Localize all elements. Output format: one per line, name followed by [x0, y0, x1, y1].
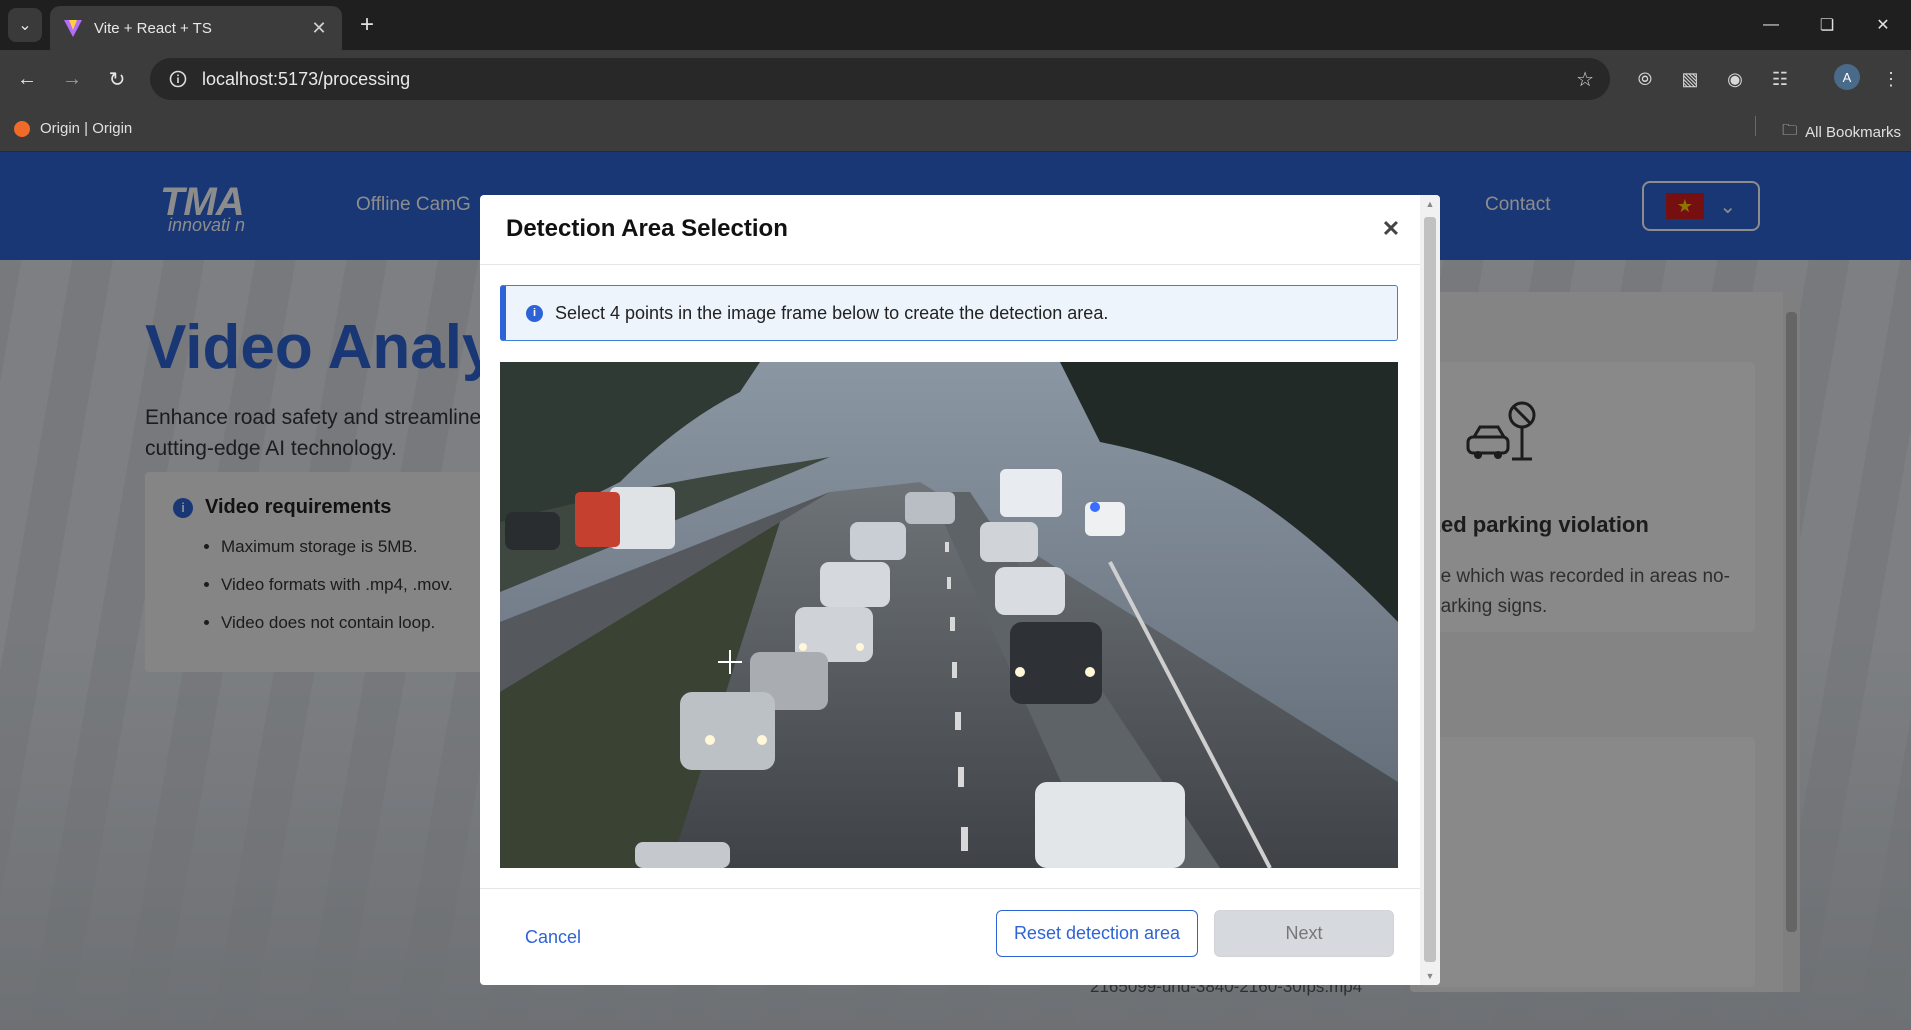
modal-header: Detection Area Selection ✕ [480, 195, 1420, 265]
bookmark-label: Origin | Origin [40, 120, 133, 137]
bookmarks-bar: Origin | Origin 🗀 All Bookmarks [0, 108, 1911, 152]
browser-tab-bar: ⌄ Vite + React + TS ✕ + — ❏ ✕ [0, 0, 1911, 50]
tab-search-button[interactable]: ⌄ [8, 8, 42, 42]
close-window-icon[interactable]: ✕ [1855, 0, 1911, 50]
site-info-icon[interactable] [166, 67, 190, 91]
reset-detection-area-button[interactable]: Reset detection area [996, 910, 1198, 957]
bookmark-star-icon[interactable]: ☆ [1576, 67, 1594, 92]
info-icon: i [526, 304, 543, 322]
crosshair-cursor [718, 650, 742, 674]
bookmarks-divider [1755, 116, 1756, 136]
all-bookmarks-label: All Bookmarks [1805, 124, 1901, 141]
alert-message: Select 4 points in the image frame below… [555, 302, 1109, 323]
menu-kebab-icon[interactable]: ⋮ [1876, 64, 1906, 94]
restore-icon[interactable]: ❏ [1799, 0, 1855, 50]
close-tab-icon[interactable]: ✕ [308, 18, 330, 39]
traffic-scene-image [500, 362, 1398, 868]
camera-extension-icon[interactable]: ◉ [1720, 64, 1750, 94]
origin-favicon-icon [14, 120, 30, 137]
scroll-up-icon[interactable]: ▲ [1424, 199, 1436, 209]
folder-icon: 🗀 [1782, 122, 1798, 139]
next-button[interactable]: Next [1214, 910, 1394, 957]
browser-tab[interactable]: Vite + React + TS ✕ [50, 6, 342, 50]
bookmark-origin[interactable]: Origin | Origin [14, 120, 132, 137]
compass-extension-icon[interactable]: ⦾ [1630, 64, 1660, 94]
code-extension-icon[interactable]: ▧ [1675, 64, 1705, 94]
modal-scrollbar[interactable]: ▲ ▼ [1420, 195, 1440, 985]
vite-favicon-icon [62, 17, 84, 39]
detection-area-modal: Detection Area Selection ✕ i Select 4 po… [480, 195, 1440, 985]
extensions-puzzle-icon[interactable]: ☷ [1765, 64, 1795, 94]
cancel-button[interactable]: Cancel [525, 927, 581, 948]
window-controls: — ❏ ✕ [1743, 0, 1911, 50]
modal-title: Detection Area Selection [506, 215, 788, 242]
video-frame-canvas[interactable] [500, 362, 1398, 868]
tab-title: Vite + React + TS [94, 19, 212, 37]
forward-icon[interactable]: → [55, 62, 89, 96]
minimize-icon[interactable]: — [1743, 0, 1799, 50]
url-text: localhost:5173/processing [202, 68, 411, 89]
modal-footer: Cancel Reset detection area Next [480, 888, 1420, 985]
instruction-alert: i Select 4 points in the image frame bel… [500, 285, 1398, 341]
address-bar[interactable]: localhost:5173/processing ☆ [150, 58, 1610, 100]
scroll-down-icon[interactable]: ▼ [1424, 971, 1436, 981]
chevron-down-icon: ⌄ [18, 17, 32, 34]
all-bookmarks-button[interactable]: 🗀 All Bookmarks [1782, 120, 1901, 145]
close-icon[interactable]: ✕ [1375, 213, 1407, 245]
browser-toolbar: ← → ↻ localhost:5173/processing ☆ ⦾ ▧ ◉ … [0, 50, 1911, 108]
scrollbar-thumb[interactable] [1424, 217, 1436, 962]
new-tab-button[interactable]: + [352, 10, 382, 40]
back-icon[interactable]: ← [10, 62, 44, 96]
profile-avatar[interactable]: A [1834, 64, 1860, 90]
reload-icon[interactable]: ↻ [100, 62, 134, 96]
